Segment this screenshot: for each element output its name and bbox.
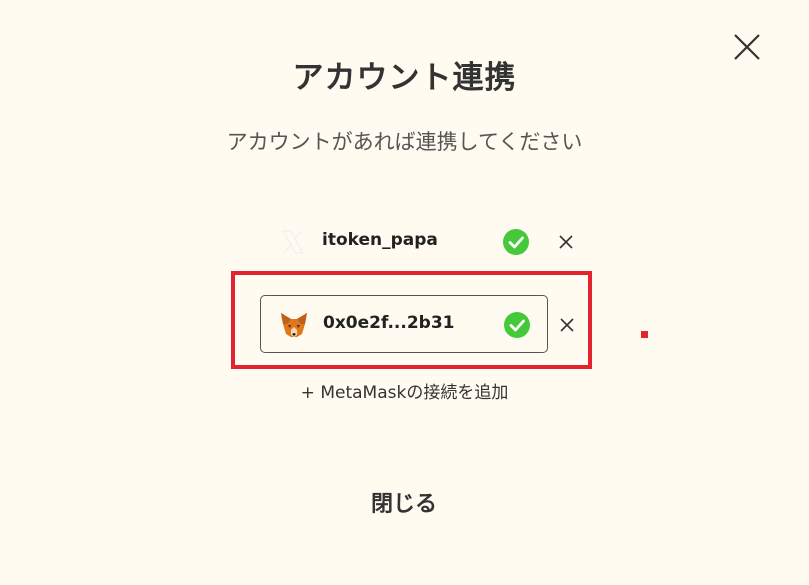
- modal-title: アカウント連携: [292, 60, 517, 96]
- remove-account-button[interactable]: [556, 232, 576, 252]
- add-metamask-link[interactable]: + MetaMaskの接続を追加: [301, 383, 509, 403]
- check-circle-icon: [503, 229, 529, 255]
- highlight-box: [231, 271, 592, 369]
- close-button[interactable]: 閉じる: [344, 488, 464, 522]
- account-name: itoken_papa: [322, 230, 438, 250]
- x-logo-icon: [278, 227, 308, 257]
- linked-account-x: itoken_papa: [260, 213, 573, 271]
- add-metamask-row: + MetaMaskの接続を追加: [0, 378, 809, 403]
- account-link-modal: アカウント連携 アカウントがあれば連携してください itoken_papa 0x…: [0, 0, 809, 585]
- marker-dot: [641, 331, 648, 338]
- close-icon: [559, 235, 573, 249]
- modal-subtitle: アカウントがあれば連携してください: [226, 130, 583, 154]
